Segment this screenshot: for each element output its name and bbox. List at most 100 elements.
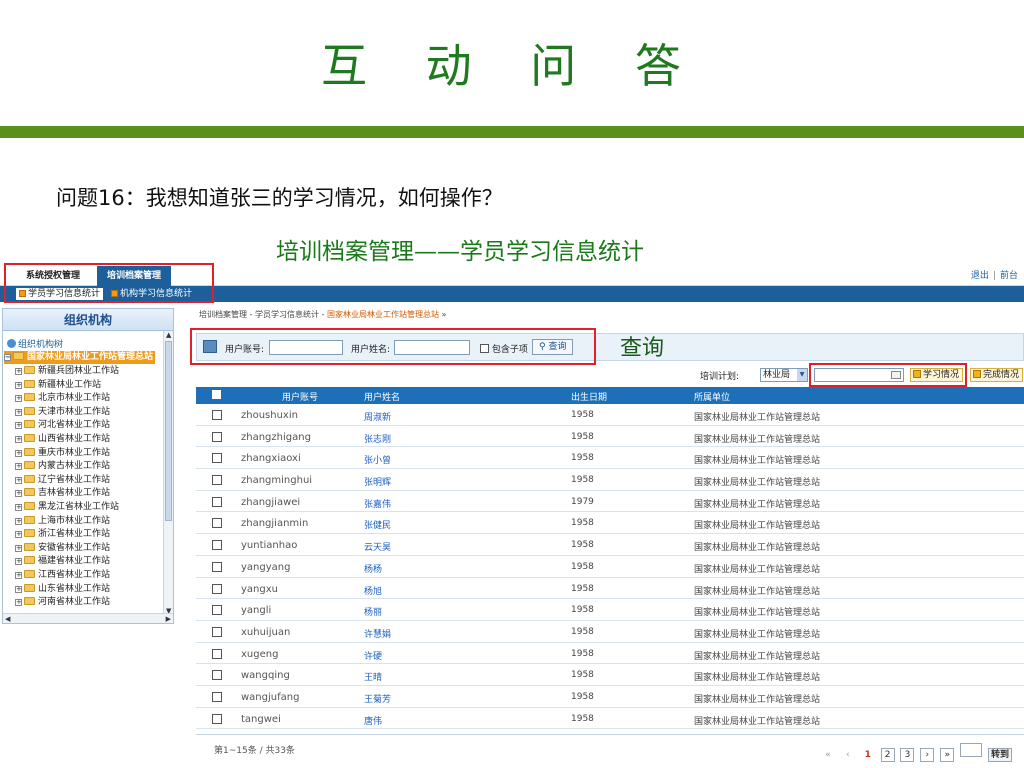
row-checkbox[interactable] bbox=[212, 453, 222, 464]
expand-icon[interactable]: + bbox=[15, 517, 22, 525]
expand-icon[interactable]: + bbox=[15, 368, 22, 375]
cell-name[interactable]: 王晴 bbox=[364, 670, 382, 683]
tree-horizontal-scrollbar[interactable]: ◀ ▶ bbox=[3, 613, 173, 623]
table-row[interactable]: yuntianhao 云天昊 1958 国家林业局林业工作站管理总站 bbox=[196, 534, 1024, 556]
expand-icon[interactable]: + bbox=[15, 599, 22, 607]
select-all-checkbox[interactable] bbox=[212, 390, 221, 399]
row-checkbox[interactable] bbox=[212, 540, 222, 551]
page-2[interactable]: 2 bbox=[880, 748, 895, 762]
table-row[interactable]: zhoushuxin 周淑新 1958 国家林业局林业工作站管理总站 bbox=[196, 404, 1024, 426]
cell-name[interactable]: 云天昊 bbox=[364, 540, 391, 553]
tree-node[interactable]: + 吉林省林业工作站 bbox=[15, 487, 110, 500]
expand-icon[interactable]: + bbox=[15, 504, 22, 511]
collapse-icon[interactable]: − bbox=[4, 354, 11, 361]
expand-icon[interactable]: + bbox=[15, 544, 22, 552]
cell-name[interactable]: 王菊芳 bbox=[364, 692, 391, 705]
table-row[interactable]: xuhuijuan 许慧娟 1958 国家林业局林业工作站管理总站 bbox=[196, 621, 1024, 643]
next-page-button[interactable]: › bbox=[920, 748, 935, 762]
row-checkbox[interactable] bbox=[212, 431, 222, 442]
table-row[interactable]: wangqing 王晴 1958 国家林业局林业工作站管理总站 bbox=[196, 664, 1024, 686]
cell-name[interactable]: 许慧娟 bbox=[364, 627, 391, 640]
tree-node[interactable]: + 新疆林业工作站 bbox=[15, 379, 101, 392]
table-row[interactable]: zhangjianmin 张健民 1958 国家林业局林业工作站管理总站 bbox=[196, 512, 1024, 535]
expand-icon[interactable]: + bbox=[15, 463, 22, 471]
last-page-button[interactable]: » bbox=[940, 748, 955, 762]
breadcrumb-current[interactable]: 国家林业局林业工作站管理总站 bbox=[327, 310, 439, 319]
row-checkbox[interactable] bbox=[212, 713, 222, 724]
header-birth[interactable]: 出生日期 bbox=[571, 390, 607, 403]
header-account[interactable]: 用户账号 bbox=[282, 390, 318, 403]
chevron-down-icon[interactable]: ▼ bbox=[797, 369, 807, 381]
table-row[interactable]: zhangjiawei 张嘉伟 1979 国家林业局林业工作站管理总站 bbox=[196, 491, 1024, 513]
expand-icon[interactable]: + bbox=[15, 531, 22, 539]
cell-name[interactable]: 杨丽 bbox=[364, 605, 382, 618]
expand-icon[interactable]: + bbox=[15, 395, 22, 403]
row-checkbox[interactable] bbox=[212, 475, 222, 486]
cell-name[interactable]: 杨旭 bbox=[364, 584, 382, 597]
row-checkbox[interactable] bbox=[212, 626, 222, 637]
cell-name[interactable]: 张嘉伟 bbox=[364, 497, 391, 510]
page-1[interactable]: 1 bbox=[860, 748, 875, 762]
tree-node[interactable]: + 江西省林业工作站 bbox=[15, 569, 110, 582]
row-checkbox[interactable] bbox=[212, 605, 222, 616]
cell-name[interactable]: 张明辉 bbox=[364, 475, 391, 488]
header-unit[interactable]: 所属单位 bbox=[694, 390, 730, 403]
scroll-left-icon[interactable]: ◀ bbox=[5, 615, 10, 623]
tree-node[interactable]: + 内蒙古林业工作站 bbox=[15, 460, 110, 473]
cell-name[interactable]: 周淑新 bbox=[364, 410, 391, 423]
tree-node[interactable]: + 北京市林业工作站 bbox=[15, 392, 110, 405]
cell-name[interactable]: 张志刚 bbox=[364, 432, 391, 445]
row-checkbox[interactable] bbox=[212, 410, 222, 420]
tree-node[interactable]: + 辽宁省林业工作站 bbox=[15, 474, 110, 487]
table-row[interactable]: yangxu 杨旭 1958 国家林业局林业工作站管理总站 bbox=[196, 578, 1024, 600]
row-checkbox[interactable] bbox=[212, 496, 222, 507]
tree-vertical-scrollbar[interactable]: ▲ ▼ bbox=[163, 331, 173, 615]
tree-node-selected[interactable]: − 国家林业局林业工作站管理总站 bbox=[4, 351, 156, 364]
expand-icon[interactable]: + bbox=[15, 408, 22, 416]
scroll-right-icon[interactable]: ▶ bbox=[166, 615, 171, 623]
tree-root[interactable]: 组织机构树 bbox=[7, 337, 63, 350]
header-name[interactable]: 用户姓名 bbox=[364, 390, 400, 403]
logout-link[interactable]: 退出 bbox=[971, 271, 989, 281]
table-row[interactable]: zhangzhigang 张志刚 1958 国家林业局林业工作站管理总站 bbox=[196, 426, 1024, 448]
prev-page-button[interactable]: ‹ bbox=[840, 748, 855, 762]
tree-node[interactable]: + 重庆市林业工作站 bbox=[15, 447, 110, 460]
tree-node[interactable]: + 河南省林业工作站 bbox=[15, 596, 110, 609]
plan-select[interactable]: 林业局 ▼ bbox=[760, 368, 808, 382]
tree-node[interactable]: + 上海市林业工作站 bbox=[15, 515, 110, 528]
expand-icon[interactable]: + bbox=[15, 558, 22, 566]
cell-name[interactable]: 张小曾 bbox=[364, 453, 391, 466]
completion-status-button[interactable]: 完成情况 bbox=[970, 368, 1024, 382]
tree-node[interactable]: + 河北省林业工作站 bbox=[15, 419, 110, 432]
row-checkbox[interactable] bbox=[212, 691, 222, 702]
table-row[interactable]: wangjufang 王菊芳 1958 国家林业局林业工作站管理总站 bbox=[196, 686, 1024, 708]
expand-icon[interactable]: + bbox=[15, 476, 22, 484]
expand-icon[interactable]: + bbox=[15, 436, 22, 443]
home-link[interactable]: 前台 bbox=[1000, 271, 1018, 281]
row-checkbox[interactable] bbox=[212, 583, 222, 594]
row-checkbox[interactable] bbox=[212, 670, 222, 681]
cell-name[interactable]: 许硬 bbox=[364, 649, 382, 662]
first-page-button[interactable]: « bbox=[820, 748, 835, 762]
scroll-thumb[interactable] bbox=[165, 341, 172, 521]
tree-node[interactable]: + 福建省林业工作站 bbox=[15, 555, 110, 568]
cell-name[interactable]: 张健民 bbox=[364, 518, 391, 531]
expand-icon[interactable]: + bbox=[15, 449, 22, 457]
scroll-up-icon[interactable]: ▲ bbox=[166, 331, 171, 339]
table-row[interactable]: zhangminghui 张明辉 1958 国家林业局林业工作站管理总站 bbox=[196, 469, 1024, 491]
table-row[interactable]: zhangxiaoxi 张小曾 1958 国家林业局林业工作站管理总站 bbox=[196, 447, 1024, 470]
expand-icon[interactable]: + bbox=[15, 490, 22, 498]
row-checkbox[interactable] bbox=[212, 648, 222, 659]
cell-name[interactable]: 唐伟 bbox=[364, 714, 382, 727]
tree-node[interactable]: + 山西省林业工作站 bbox=[15, 433, 110, 446]
tree-node[interactable]: + 黑龙江省林业工作站 bbox=[15, 501, 119, 514]
row-checkbox[interactable] bbox=[212, 561, 222, 572]
table-row[interactable]: yangli 杨丽 1958 国家林业局林业工作站管理总站 bbox=[196, 599, 1024, 621]
go-button[interactable]: 转到 bbox=[987, 748, 1012, 762]
table-row[interactable]: xugeng 许硬 1958 国家林业局林业工作站管理总站 bbox=[196, 643, 1024, 665]
tree-node[interactable]: + 天津市林业工作站 bbox=[15, 406, 110, 419]
table-row[interactable]: tangwei 唐伟 1958 国家林业局林业工作站管理总站 bbox=[196, 708, 1024, 730]
tree-node[interactable]: + 新疆兵团林业工作站 bbox=[15, 365, 119, 378]
tree-node[interactable]: + 浙江省林业工作站 bbox=[15, 528, 110, 541]
tree-node[interactable]: + 山东省林业工作站 bbox=[15, 583, 110, 596]
